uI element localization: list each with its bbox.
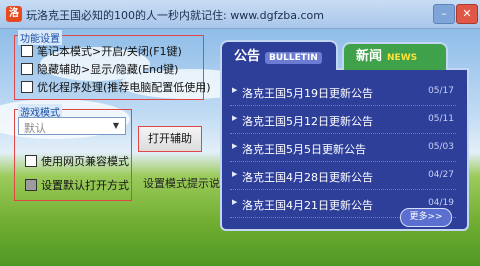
news-title[interactable]: 洛克王国5月5日更新公告	[242, 141, 366, 157]
news-date: 05/03	[428, 142, 454, 152]
bullet-icon: ▶	[232, 198, 238, 206]
news-title[interactable]: 洛克王国4月28日更新公告	[242, 169, 373, 185]
background-wallpaper: 功能设置 笔记本模式>开启/关闭(F1键) 隐藏辅助>显示/隐藏(End键) 优…	[0, 29, 480, 266]
bullet-icon: ▶	[232, 114, 238, 122]
news-title[interactable]: 洛克王国5月12日更新公告	[242, 113, 373, 129]
tab-bulletin-label: 公告	[234, 49, 261, 64]
bullet-icon: ▶	[232, 142, 238, 150]
tab-news[interactable]: 新闻 NEWS	[342, 42, 448, 70]
news-date: 04/19	[428, 198, 454, 208]
bullet-icon: ▶	[232, 86, 238, 94]
bullet-icon: ▶	[232, 170, 238, 178]
list-item[interactable]: ▶ 洛克王国5月19日更新公告 05/17	[230, 78, 456, 106]
title-bar[interactable]: 洛 玩洛克王国必知的100的人一秒内就记住: www.dgfzba.com – …	[0, 0, 480, 29]
bulletin-content: ▶ 洛克王国5月19日更新公告 05/17 ▶ 洛克王国5月12日更新公告 05…	[220, 68, 469, 231]
news-date: 05/17	[428, 86, 454, 96]
close-button[interactable]: ✕	[456, 4, 478, 24]
tab-news-en-label: NEWS	[387, 53, 418, 63]
list-item[interactable]: ▶ 洛克王国4月28日更新公告 04/27	[230, 162, 456, 190]
more-button[interactable]: 更多>>	[400, 208, 452, 227]
minimize-button[interactable]: –	[433, 4, 455, 24]
news-date: 05/11	[428, 114, 454, 124]
tab-news-label: 新闻	[356, 49, 383, 64]
app-window: 洛 玩洛克王国必知的100的人一秒内就记住: www.dgfzba.com – …	[0, 0, 480, 266]
list-item[interactable]: ▶ 洛克王国5月12日更新公告 05/11	[230, 106, 456, 134]
app-logo-icon: 洛	[6, 6, 22, 22]
bulletin-list: ▶ 洛克王国5月19日更新公告 05/17 ▶ 洛克王国5月12日更新公告 05…	[230, 78, 456, 218]
news-title[interactable]: 洛克王国4月21日更新公告	[242, 197, 373, 213]
news-date: 04/27	[428, 170, 454, 180]
news-panel: ▶ 洛克王国5月19日更新公告 05/17 ▶ 洛克王国5月12日更新公告 05…	[220, 40, 469, 231]
window-title: 玩洛克王国必知的100的人一秒内就记住: www.dgfzba.com	[26, 9, 324, 22]
list-item[interactable]: ▶ 洛克王国5月5日更新公告 05/03	[230, 134, 456, 162]
tab-bulletin[interactable]: 公告 BULLETIN	[220, 40, 338, 70]
tab-bulletin-en-label: BULLETIN	[265, 52, 322, 64]
news-title[interactable]: 洛克王国5月19日更新公告	[242, 85, 373, 101]
